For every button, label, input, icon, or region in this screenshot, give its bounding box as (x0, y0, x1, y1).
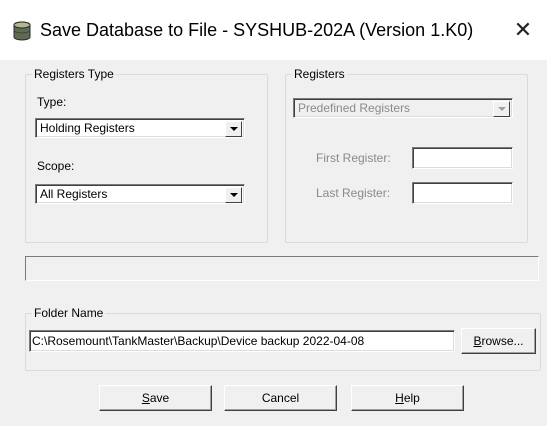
scope-label: Scope: (37, 159, 75, 173)
browse-accel: B (473, 334, 482, 348)
window-title: Save Database to File - SYSHUB-202A (Ver… (40, 20, 474, 40)
cancel-button[interactable]: Cancel (224, 385, 337, 411)
help-button[interactable]: Help (351, 385, 464, 411)
predefined-registers-select[interactable]: Predefined Registers (293, 98, 513, 118)
type-select[interactable]: Holding Registers (35, 118, 245, 138)
save-button[interactable]: Save (99, 385, 212, 411)
type-select-value: Holding Registers (40, 121, 135, 135)
chevron-down-icon (230, 127, 238, 131)
type-label: Type: (37, 95, 67, 109)
cancel-label: Cancel (261, 391, 300, 405)
title-bar: Save Database to File - SYSHUB-202A (Ver… (0, 0, 547, 60)
folder-path-value: C:\Rosemount\TankMaster\Backup\Device ba… (32, 334, 365, 348)
chevron-down-icon (498, 107, 506, 111)
status-field (25, 256, 539, 281)
registers-type-legend: Registers Type (32, 67, 116, 81)
database-icon (13, 21, 31, 41)
last-register-label: Last Register: (316, 186, 391, 200)
predefined-registers-value: Predefined Registers (298, 101, 411, 115)
folder-path-input[interactable]: C:\Rosemount\TankMaster\Backup\Device ba… (29, 330, 455, 352)
scope-dropdown-button[interactable] (225, 187, 242, 203)
registers-legend: Registers (292, 67, 347, 81)
first-register-input[interactable] (412, 147, 513, 169)
first-register-label: First Register: (316, 151, 391, 165)
type-dropdown-button[interactable] (225, 121, 242, 137)
folder-name-legend: Folder Name (32, 306, 106, 320)
browse-label: rowse... (481, 334, 524, 348)
browse-button[interactable]: Browse... (461, 328, 536, 354)
scope-select-value: All Registers (40, 187, 108, 201)
help-accel: H (395, 391, 404, 405)
save-label: ave (149, 391, 170, 405)
save-accel: S (141, 391, 150, 405)
last-register-input[interactable] (412, 182, 513, 204)
help-label: elp (403, 391, 420, 405)
scope-select[interactable]: All Registers (35, 184, 245, 204)
predefined-dropdown-button[interactable] (493, 101, 510, 117)
chevron-down-icon (230, 193, 238, 197)
close-icon[interactable]: ✕ (508, 15, 538, 45)
